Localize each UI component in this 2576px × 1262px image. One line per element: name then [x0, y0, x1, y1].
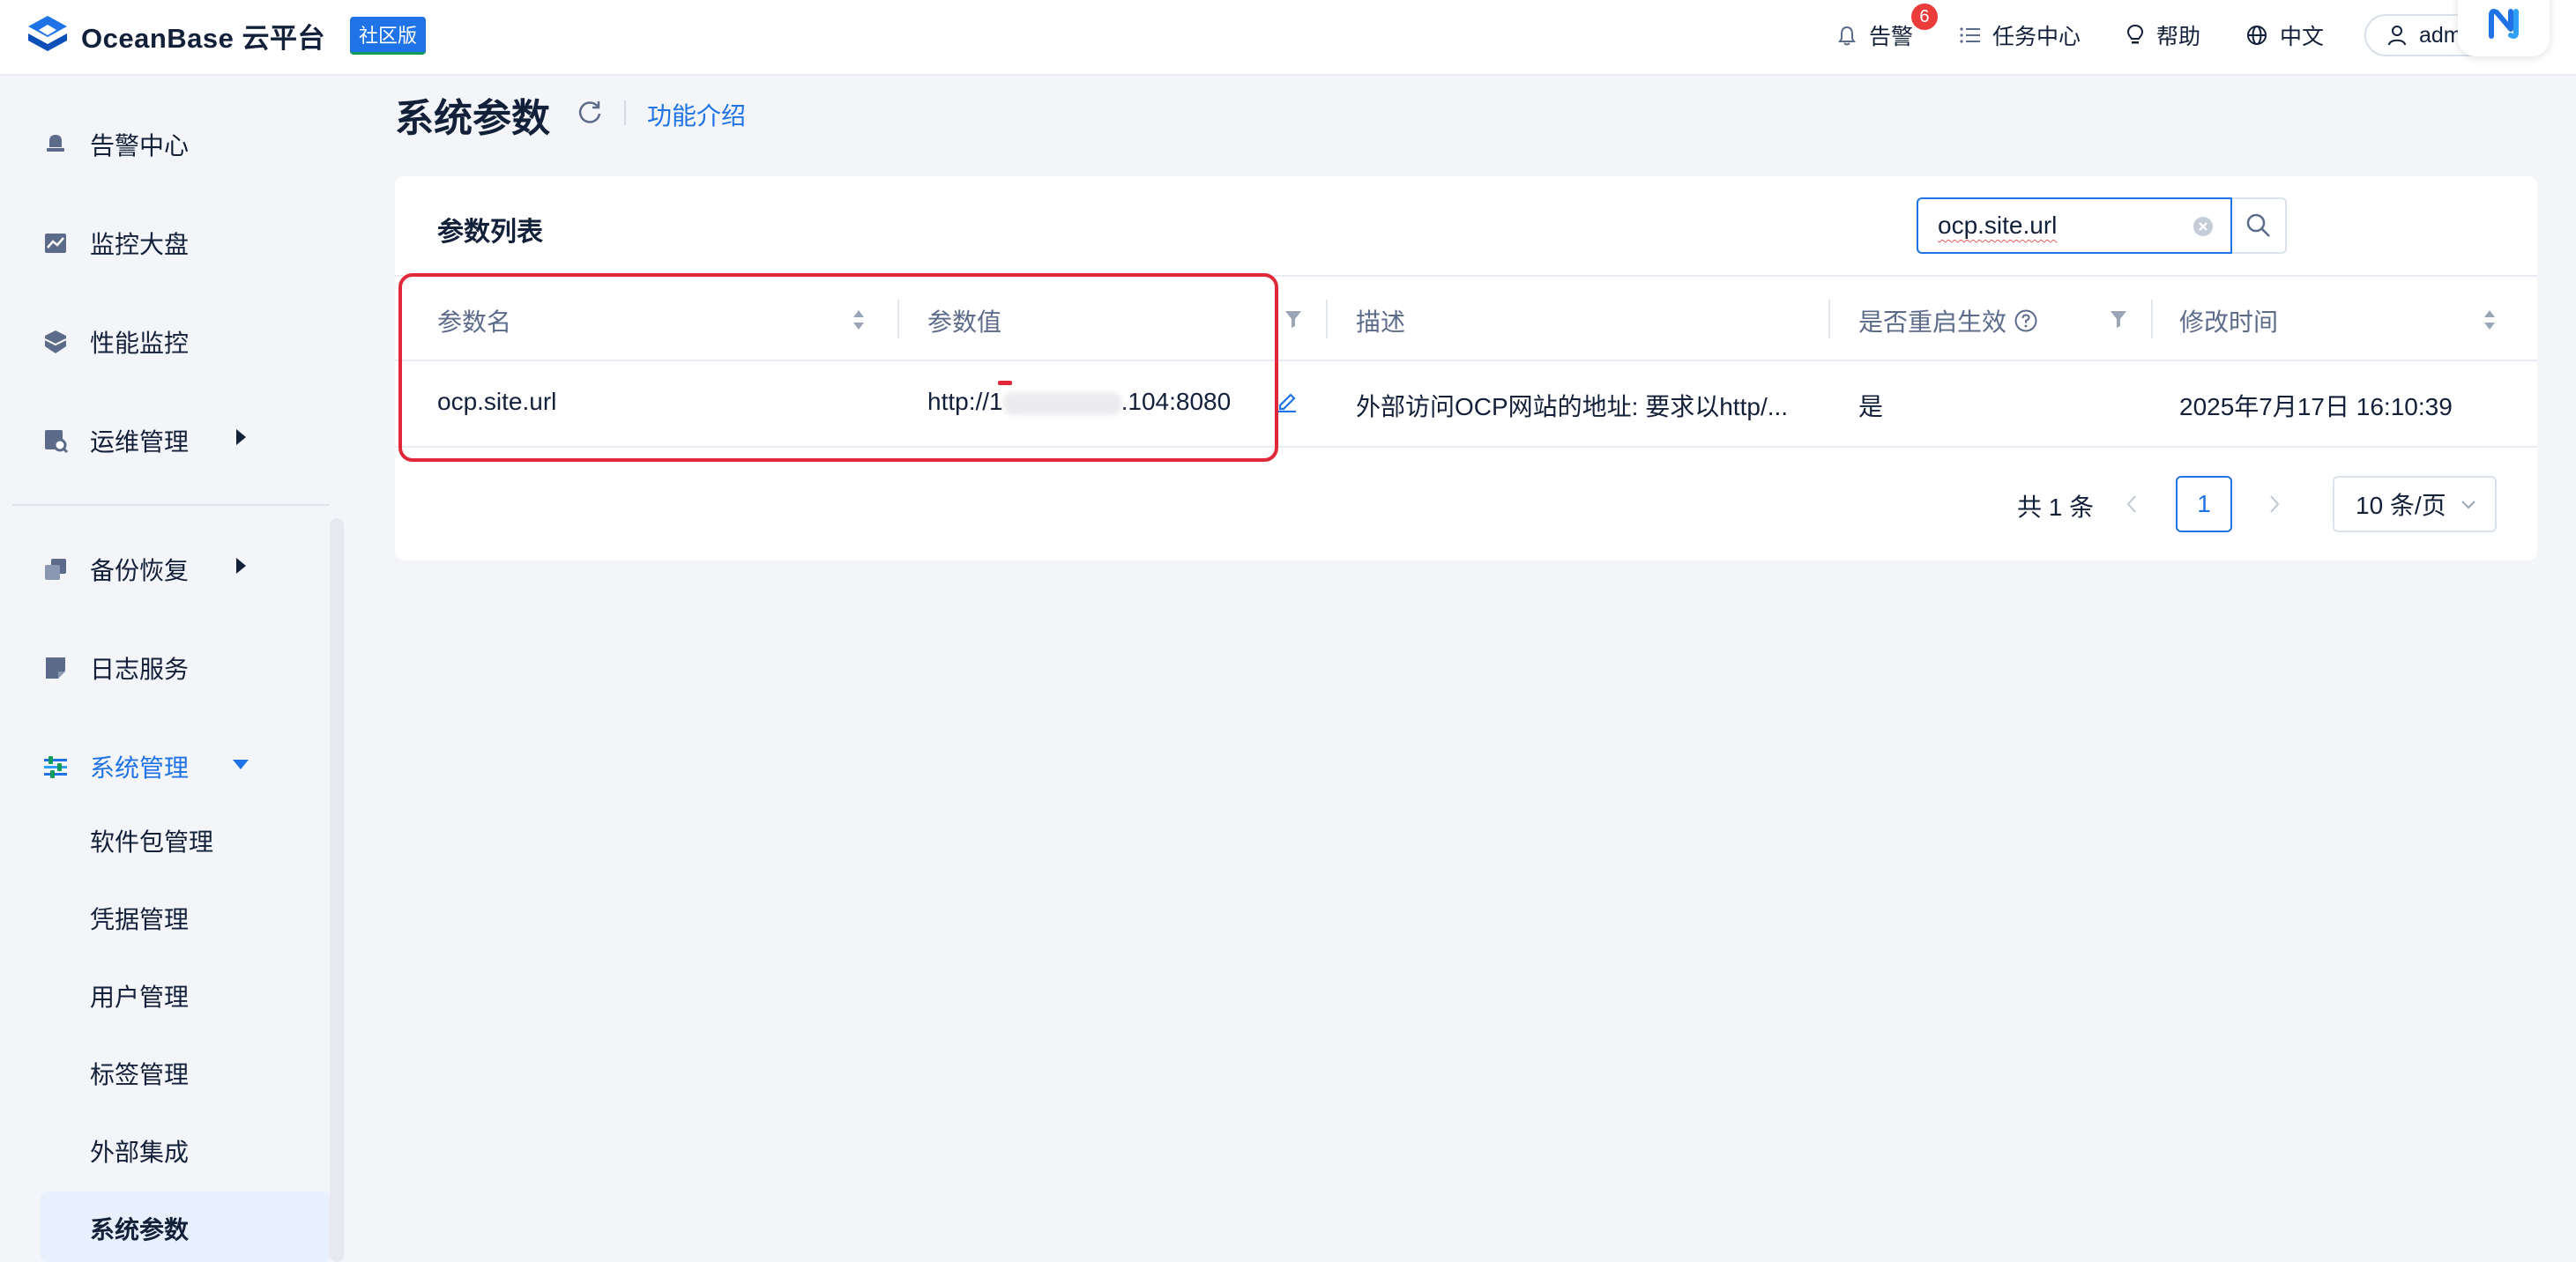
chevron-right-icon[interactable]	[2267, 494, 2282, 515]
sidebar-item-ops[interactable]: 运维管理	[42, 423, 246, 458]
chevron-down-icon	[2461, 501, 2475, 509]
language-label: 中文	[2279, 25, 2324, 49]
page-title: 系统参数	[395, 97, 550, 140]
help-button[interactable]: 帮助	[2126, 19, 2200, 51]
clear-icon[interactable]	[2192, 215, 2215, 238]
sidebar-sub-item-users[interactable]: 用户管理	[90, 978, 189, 1013]
column-header-restart[interactable]: 是否重启生效	[1858, 303, 2038, 338]
annotation-highlight-box	[398, 273, 1278, 462]
chevron-left-icon[interactable]	[2125, 494, 2139, 515]
help-label: 帮助	[2155, 25, 2200, 49]
floating-app-button[interactable]	[2458, 0, 2550, 56]
edition-badge: 社区版	[350, 16, 427, 55]
pagination-total: 共 1 条	[2017, 494, 2095, 521]
sort-icon[interactable]	[2483, 307, 2497, 333]
card-title: 参数列表	[437, 218, 543, 247]
user-icon	[2388, 26, 2406, 46]
refresh-icon[interactable]	[577, 99, 603, 125]
tasks-label: 任务中心	[1992, 25, 2081, 49]
alerts-count-badge: 6	[1910, 4, 1938, 30]
sidebar-item-system[interactable]: 系统管理	[42, 749, 249, 784]
filter-icon[interactable]	[1284, 308, 1303, 330]
chevron-right-icon	[236, 429, 246, 445]
list-icon	[1960, 27, 1980, 43]
logo-text: OceanBase 云平台	[81, 22, 325, 54]
logo[interactable]: OceanBase 云平台 社区版	[25, 12, 427, 58]
chevron-down-icon	[233, 760, 249, 769]
alerts-label: 告警	[1868, 25, 1913, 49]
sidebar-item-performance[interactable]: 性能监控	[42, 324, 189, 360]
ops-icon	[45, 430, 69, 454]
settings-icon	[44, 756, 67, 778]
sidebar-item-label: 备份恢复	[90, 557, 190, 584]
cell-modified-time: 2025年7月17日 16:10:39	[2179, 393, 2453, 420]
sidebar-sub-item-system-params[interactable]: 系统参数	[90, 1211, 189, 1246]
sidebar: 告警中心 监控大盘 性能监控 运维管理 备份恢复 日志服务 系统管理 软件包管理…	[0, 78, 344, 1262]
page-size-select[interactable]: 10 条/页	[2333, 476, 2497, 532]
sidebar-item-label: 监控大盘	[90, 231, 190, 258]
column-header-modified[interactable]: 修改时间	[2179, 303, 2278, 338]
top-bar: OceanBase 云平台 社区版 告警 6 任务中心 帮助 中文 admin	[0, 0, 2576, 76]
page-button-current[interactable]: 1	[2176, 476, 2232, 532]
help-circle-icon[interactable]	[2014, 308, 2038, 333]
tasks-button[interactable]: 任务中心	[1959, 19, 2081, 51]
backup-icon	[45, 559, 66, 580]
sidebar-item-label: 系统管理	[90, 754, 190, 782]
oceanbase-logo-icon	[28, 16, 67, 51]
filter-icon[interactable]	[2109, 308, 2128, 330]
sidebar-item-label: 运维管理	[90, 428, 190, 456]
sidebar-sub-item-packages[interactable]: 软件包管理	[90, 823, 213, 858]
search-input-value: ocp.site.url	[1938, 212, 2058, 239]
pagination: 共 1 条 1 10 条/页	[395, 476, 2537, 532]
sidebar-item-label: 性能监控	[90, 330, 190, 357]
bell-icon	[1838, 26, 1856, 46]
sidebar-item-alert-center[interactable]: 告警中心	[42, 127, 189, 162]
chart-icon	[45, 234, 66, 253]
chevron-right-icon	[236, 558, 246, 574]
column-divider	[2151, 300, 2153, 338]
cell-description: 外部访问OCP网站的地址: 要求以http/...	[1356, 393, 1789, 420]
sidebar-item-monitor-dashboard[interactable]: 监控大盘	[42, 226, 189, 261]
sidebar-scrollbar[interactable]	[330, 518, 344, 1262]
search-button[interactable]	[2232, 197, 2287, 254]
app-logo-icon	[2489, 9, 2519, 39]
sidebar-sub-item-tags[interactable]: 标签管理	[90, 1056, 189, 1091]
column-header-restart-label: 是否重启生效	[1858, 308, 2007, 336]
search-icon	[2246, 213, 2270, 237]
shield-icon	[44, 330, 67, 353]
cell-restart: 是	[1858, 393, 1884, 420]
feature-intro-link[interactable]: 功能介绍	[647, 97, 746, 132]
bell-icon	[47, 135, 64, 152]
alerts-button[interactable]: 告警 6	[1837, 4, 1938, 51]
sidebar-item-backup[interactable]: 备份恢复	[42, 552, 246, 587]
bulb-icon	[2126, 24, 2143, 44]
sidebar-item-label: 告警中心	[90, 132, 190, 160]
search-input[interactable]: ocp.site.url	[1917, 197, 2232, 254]
sidebar-sub-item-credentials[interactable]: 凭据管理	[90, 901, 189, 936]
column-divider	[1828, 300, 1830, 338]
top-actions: 告警 6 任务中心 帮助 中文 admin	[1791, 0, 2523, 71]
globe-icon	[2246, 26, 2267, 45]
sidebar-item-logs[interactable]: 日志服务	[42, 650, 189, 686]
sidebar-divider	[12, 504, 330, 506]
sidebar-item-label: 日志服务	[90, 656, 190, 683]
language-button[interactable]: 中文	[2246, 19, 2324, 51]
title-divider	[624, 100, 626, 125]
page-size-value: 10 条/页	[2356, 492, 2446, 519]
column-divider	[1326, 300, 1328, 338]
column-header-description[interactable]: 描述	[1356, 303, 1405, 338]
log-icon	[46, 657, 65, 679]
edit-icon[interactable]	[1275, 388, 1299, 412]
sidebar-sub-item-integrations[interactable]: 外部集成	[90, 1133, 189, 1169]
